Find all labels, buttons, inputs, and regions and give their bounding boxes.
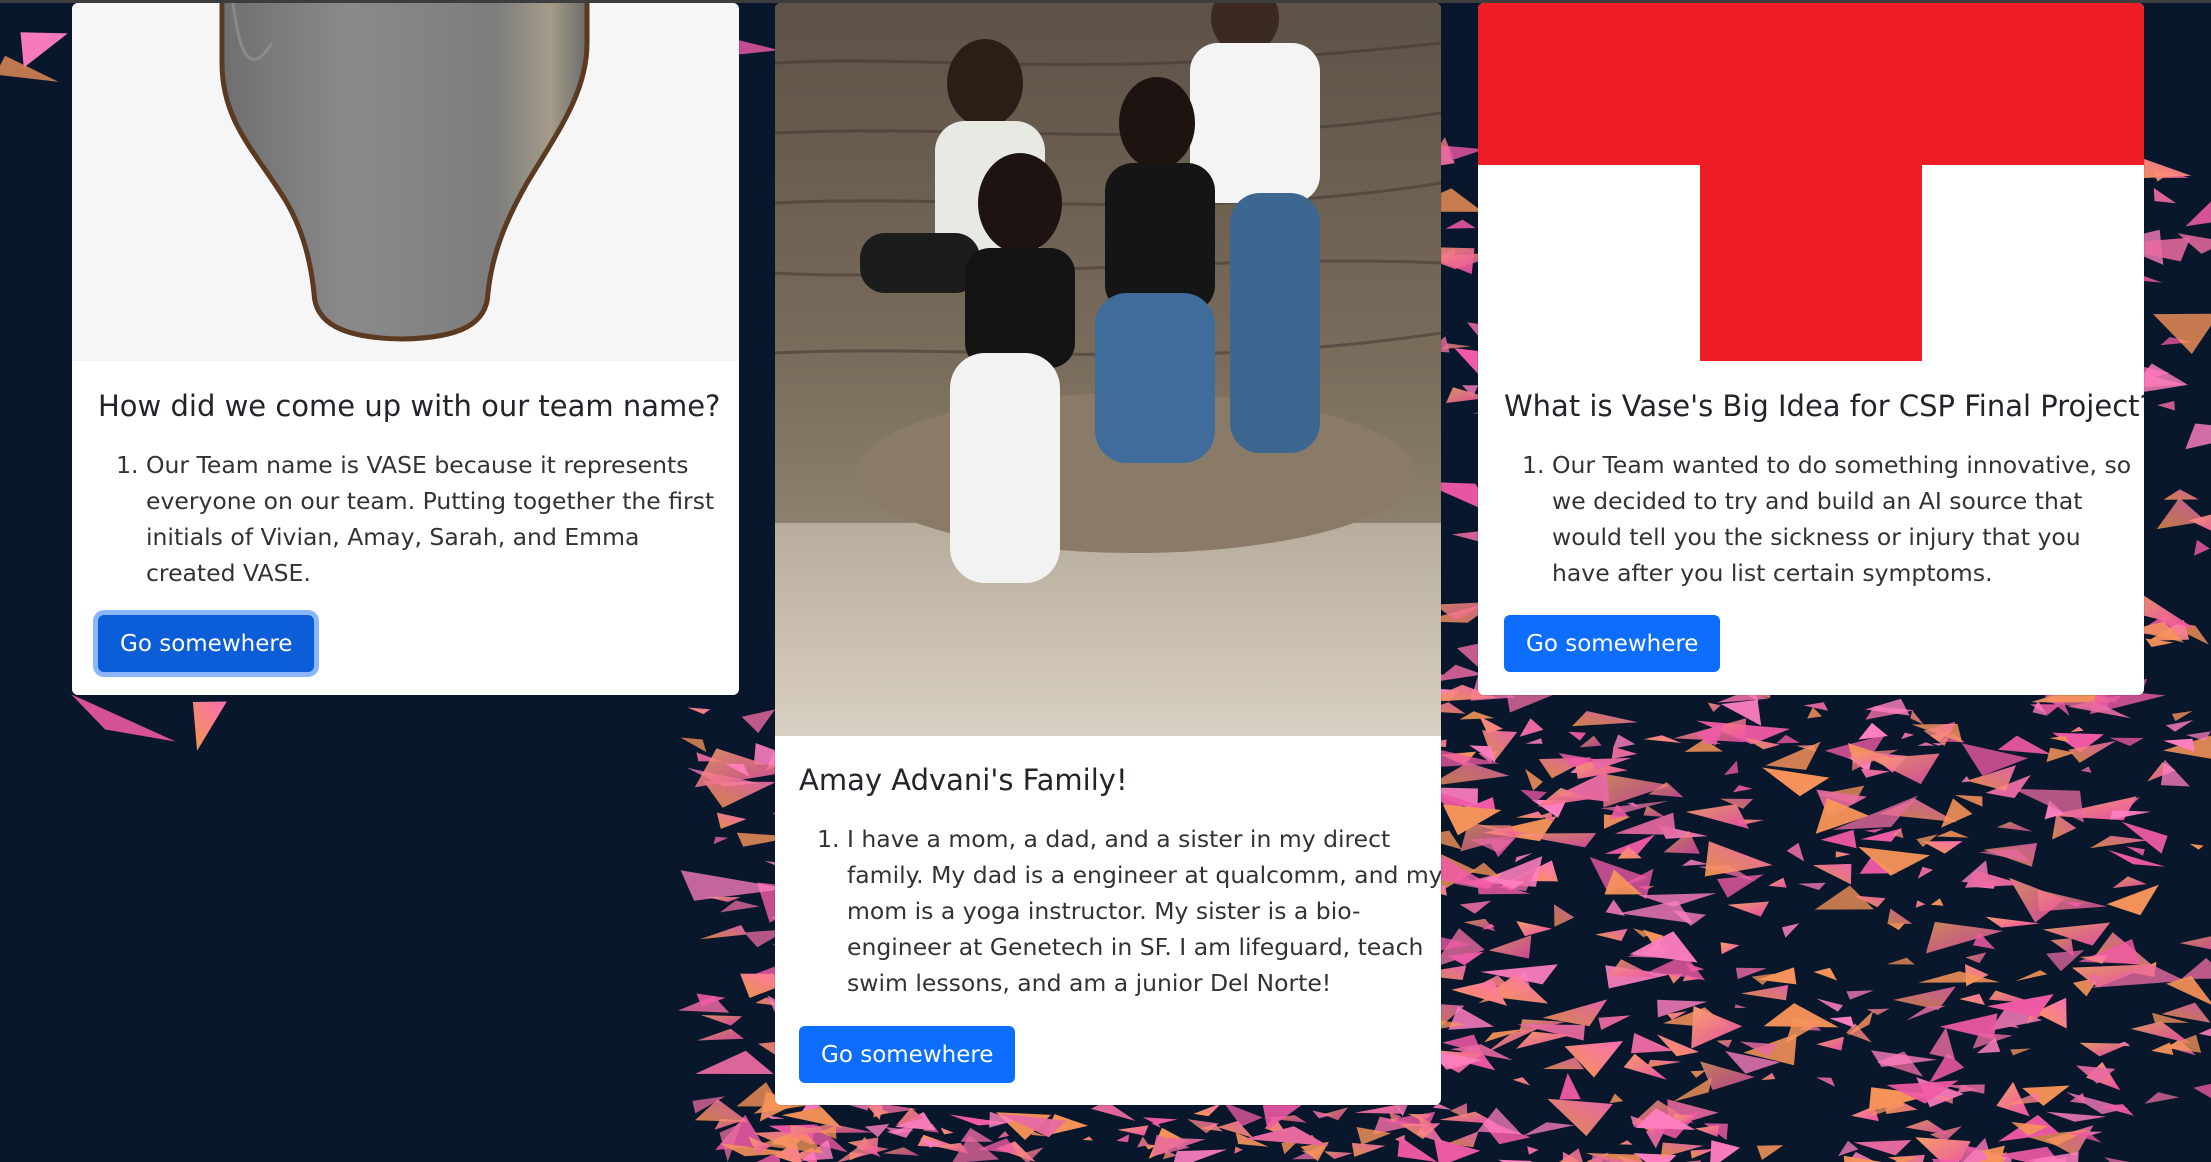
family-photo <box>775 3 1441 736</box>
top-border <box>0 0 2211 3</box>
vase-icon <box>219 3 590 342</box>
card-list: I have a mom, a dad, and a sister in my … <box>799 821 1441 1001</box>
card-title: What is Vase's Big Idea for CSP Final Pr… <box>1504 389 2144 423</box>
card-list: Our Team name is VASE because it represe… <box>98 447 736 591</box>
card-title: Amay Advani's Family! <box>799 763 1128 797</box>
vase-image <box>72 3 739 361</box>
card-big-idea: What is Vase's Big Idea for CSP Final Pr… <box>1478 3 2144 695</box>
list-item: Our Team name is VASE because it represe… <box>146 447 736 591</box>
go-somewhere-button[interactable]: Go somewhere <box>799 1026 1016 1083</box>
card-title: How did we come up with our team name? <box>98 389 721 423</box>
red-cross-image <box>1478 3 2144 361</box>
card-family: Amay Advani's Family! I have a mom, a da… <box>775 3 1441 1105</box>
go-somewhere-button[interactable]: Go somewhere <box>1504 615 1721 672</box>
list-item: I have a mom, a dad, and a sister in my … <box>847 821 1441 1001</box>
card-list: Our Team wanted to do something innovati… <box>1504 447 2142 591</box>
red-cross-icon <box>1478 3 2144 361</box>
card-team-name: How did we come up with our team name? O… <box>72 3 739 695</box>
list-item: Our Team wanted to do something innovati… <box>1552 447 2142 591</box>
family-photo-image <box>775 3 1441 736</box>
go-somewhere-button[interactable]: Go somewhere <box>98 615 315 672</box>
